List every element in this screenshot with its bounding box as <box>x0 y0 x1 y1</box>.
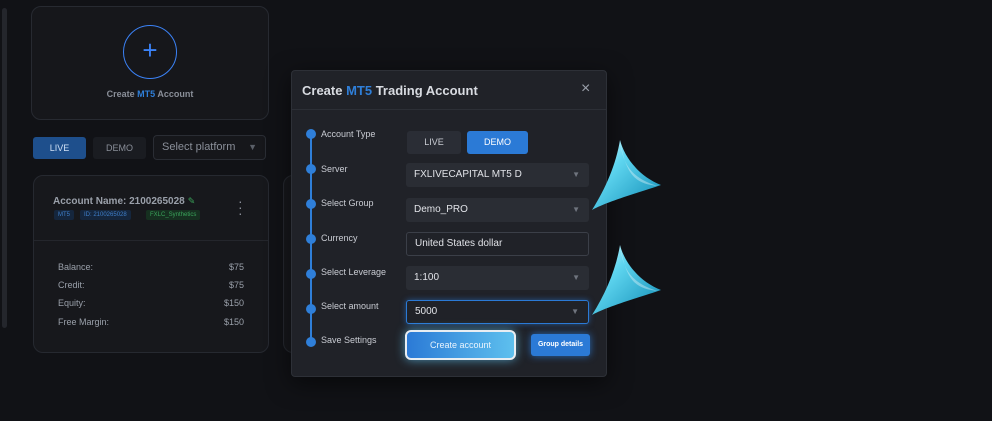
step-label-amount: Select amount <box>321 301 379 311</box>
step-label-leverage: Select Leverage <box>321 267 387 277</box>
card-divider <box>34 240 268 241</box>
step-dot <box>306 304 316 314</box>
step-dot <box>306 234 316 244</box>
tab-live[interactable]: LIVE <box>33 137 86 159</box>
chevron-down-icon: ▼ <box>572 273 580 282</box>
step-label-account-type: Account Type <box>321 129 376 139</box>
stat-balance: Balance: $75 <box>58 262 244 272</box>
step-label-currency: Currency <box>321 233 358 243</box>
step-dot <box>306 129 316 139</box>
step-dot <box>306 164 316 174</box>
close-icon[interactable]: × <box>581 80 590 98</box>
account-name: Account Name: 2100265028 ✎ <box>53 196 196 207</box>
create-account-button[interactable]: Create account <box>405 330 516 360</box>
platform-select[interactable]: Select platform ▼ <box>153 135 266 160</box>
leverage-select[interactable]: 1:100 ▼ <box>406 266 589 290</box>
create-account-card[interactable]: + Create MT5 Account <box>31 6 269 120</box>
chevron-down-icon: ▼ <box>571 307 579 316</box>
currency-field[interactable]: United States dollar <box>406 232 589 256</box>
create-account-label: Create MT5 Account <box>106 89 194 99</box>
pointer-arrow-icon <box>592 245 661 315</box>
step-dot <box>306 199 316 209</box>
page-scrollbar[interactable] <box>2 8 7 328</box>
group-select[interactable]: Demo_PRO ▼ <box>406 198 589 222</box>
account-card: Account Name: 2100265028 ✎ · · · MT5 ID: 21… <box>33 175 269 353</box>
stat-equity: Equity: $150 <box>58 298 244 308</box>
create-account-modal: Create MT5 Trading Account × Account Typ… <box>291 70 607 377</box>
step-label-server: Server <box>321 164 348 174</box>
step-dot <box>306 337 316 347</box>
server-select[interactable]: FXLIVECAPITAL MT5 D ▼ <box>406 163 589 187</box>
account-id-badge: ID: 2100265028 <box>80 210 131 220</box>
modal-title: Create MT5 Trading Account <box>302 83 478 98</box>
group-details-button[interactable]: Group details <box>531 334 590 356</box>
modal-divider <box>292 109 606 110</box>
account-type-live-button[interactable]: LIVE <box>407 131 461 154</box>
chevron-down-icon: ▼ <box>572 170 580 179</box>
chevron-down-icon: ▼ <box>248 142 257 152</box>
step-label-group: Select Group <box>321 198 374 208</box>
stat-free-margin: Free Margin: $150 <box>58 317 244 327</box>
platform-select-value: Select platform <box>162 141 236 153</box>
tab-demo[interactable]: DEMO <box>93 137 146 159</box>
edit-icon[interactable]: ✎ <box>188 196 196 207</box>
stat-credit: Credit: $75 <box>58 280 244 290</box>
step-label-save: Save Settings <box>321 335 377 345</box>
group-badge: FXLC_Synthetics <box>146 210 201 220</box>
step-dot <box>306 269 316 279</box>
plus-icon[interactable]: + <box>123 25 177 79</box>
amount-select[interactable]: 5000 ▼ <box>406 300 589 324</box>
pointer-arrow-icon <box>592 140 661 210</box>
chevron-down-icon: ▼ <box>572 205 580 214</box>
platform-badge: MT5 <box>54 210 74 220</box>
more-options-icon[interactable]: · · · <box>238 194 243 220</box>
account-type-demo-button[interactable]: DEMO <box>467 131 528 154</box>
